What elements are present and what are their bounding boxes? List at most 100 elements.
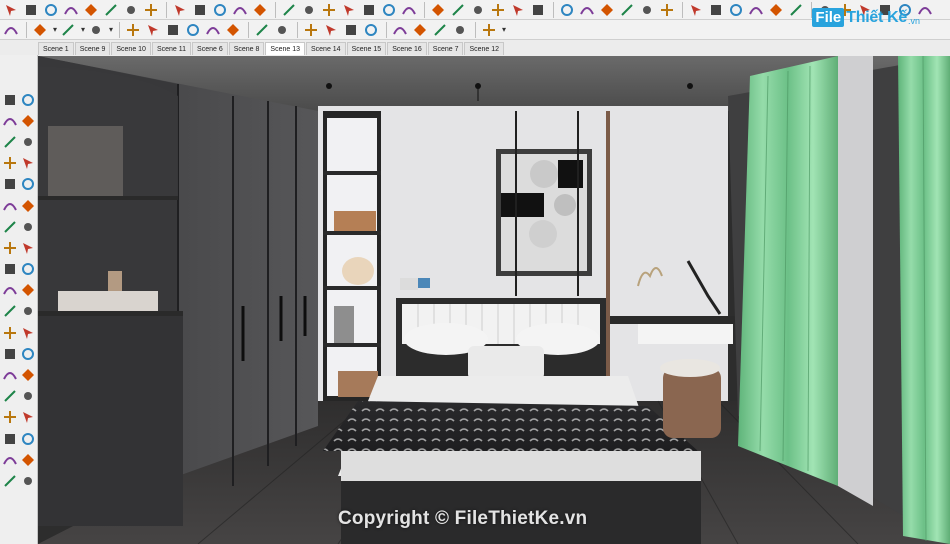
scale-icon[interactable] [280, 1, 298, 19]
look-around-icon[interactable] [19, 430, 37, 448]
eraser-icon[interactable] [1, 112, 19, 130]
scene-tab[interactable]: Scene 12 [464, 42, 505, 55]
sandbox-icon[interactable] [411, 21, 429, 39]
push-pull-icon[interactable] [191, 1, 209, 19]
move-icon[interactable] [211, 1, 229, 19]
scene-tab[interactable]: Scene 13 [265, 42, 305, 55]
orbit-icon[interactable] [1, 366, 19, 384]
pencil-icon[interactable] [1, 133, 19, 151]
scene-tab[interactable]: Scene 9 [74, 42, 111, 55]
top-view-icon[interactable] [707, 1, 725, 19]
components-icon[interactable] [451, 21, 469, 39]
pan-icon[interactable] [469, 1, 487, 19]
circle-icon[interactable] [122, 1, 140, 19]
orbit-icon[interactable] [449, 1, 467, 19]
freehand-icon[interactable] [171, 1, 189, 19]
dropdown-caret-icon[interactable]: ▾ [53, 25, 57, 34]
text-icon[interactable] [380, 1, 398, 19]
offset-icon[interactable] [251, 1, 269, 19]
rotate-icon[interactable] [231, 1, 249, 19]
dimension-icon[interactable] [360, 1, 378, 19]
walk-icon[interactable] [638, 1, 656, 19]
zoom-extents-2-icon[interactable] [362, 21, 380, 39]
follow-me-icon[interactable] [300, 1, 318, 19]
tape-2-icon[interactable] [224, 21, 242, 39]
push-pull-2-icon[interactable] [124, 21, 142, 39]
protractor-icon[interactable] [340, 1, 358, 19]
zoom-extents-icon[interactable] [529, 1, 547, 19]
scene-tab[interactable]: Scene 16 [387, 42, 427, 55]
previous-icon[interactable] [19, 408, 37, 426]
left-view-icon[interactable] [787, 1, 805, 19]
walk-icon[interactable] [1, 451, 19, 469]
polygon-icon[interactable] [142, 1, 160, 19]
layers-icon[interactable] [431, 21, 449, 39]
follow-me-2-icon[interactable] [144, 21, 162, 39]
arc-2pt-icon[interactable] [1, 218, 19, 236]
pencil-icon[interactable] [31, 21, 49, 39]
arc-2-icon[interactable] [59, 21, 77, 39]
zoom-window-icon[interactable] [509, 1, 527, 19]
offset-icon[interactable] [19, 281, 37, 299]
scale-2-icon[interactable] [204, 21, 222, 39]
arc-icon[interactable] [1, 197, 19, 215]
scene-tab[interactable]: Scene 11 [151, 42, 192, 55]
select-icon[interactable] [1, 91, 19, 109]
axes-icon[interactable] [400, 1, 418, 19]
right-view-icon[interactable] [747, 1, 765, 19]
component-icon[interactable] [19, 91, 37, 109]
axes-icon[interactable] [1, 345, 19, 363]
scene-tab[interactable]: Scene 14 [306, 42, 346, 55]
tape-measure-icon[interactable] [320, 1, 338, 19]
eraser-icon[interactable] [22, 1, 40, 19]
next-view-icon[interactable] [578, 1, 596, 19]
orbit-2-icon[interactable] [302, 21, 320, 39]
follow-me-icon[interactable] [19, 260, 37, 278]
look-around-icon[interactable] [618, 1, 636, 19]
pan-2-icon[interactable] [322, 21, 340, 39]
text-2-icon[interactable] [253, 21, 271, 39]
scene-tab[interactable]: Scene 8 [228, 42, 265, 55]
pie-icon[interactable] [19, 197, 37, 215]
arrow-select-icon[interactable] [2, 21, 20, 39]
arc-icon[interactable] [82, 1, 100, 19]
iso-view-icon[interactable] [687, 1, 705, 19]
protractor-icon[interactable] [1, 324, 19, 342]
smoove-icon[interactable] [19, 472, 37, 490]
dropdown-caret-icon[interactable]: ▾ [502, 25, 506, 34]
paint-2-icon[interactable] [273, 21, 291, 39]
text-icon[interactable] [19, 324, 37, 342]
zoom-icon[interactable] [489, 1, 507, 19]
paint-icon[interactable] [19, 112, 37, 130]
arc-3pt-icon[interactable] [19, 218, 37, 236]
scene-tab[interactable]: Scene 15 [346, 42, 387, 55]
position-camera-icon[interactable] [1, 430, 19, 448]
select-tool-icon[interactable] [2, 1, 20, 19]
front-view-icon[interactable] [727, 1, 745, 19]
move-icon[interactable] [1, 239, 19, 257]
back-view-icon[interactable] [767, 1, 785, 19]
3d-text-icon[interactable] [429, 1, 447, 19]
geo-location-icon[interactable] [391, 21, 409, 39]
previous-view-icon[interactable] [558, 1, 576, 19]
move-2-icon[interactable] [164, 21, 182, 39]
polygon-icon[interactable] [19, 175, 37, 193]
section-plane-icon[interactable] [658, 1, 676, 19]
3d-text-icon[interactable] [19, 345, 37, 363]
zoom-window-icon[interactable] [19, 387, 37, 405]
rectangle-icon[interactable] [1, 154, 19, 172]
scale-icon[interactable] [1, 281, 19, 299]
paint-bucket-icon[interactable] [42, 1, 60, 19]
zoom-2-icon[interactable] [342, 21, 360, 39]
tape-measure-icon[interactable] [1, 302, 19, 320]
model-viewport[interactable]: Copyright © FileThietKe.vn [38, 56, 950, 544]
freehand-icon[interactable] [19, 133, 37, 151]
dimension-icon[interactable] [19, 302, 37, 320]
circle-2-icon[interactable] [87, 21, 105, 39]
scene-tab[interactable]: Scene 1 [38, 42, 74, 55]
zoom-icon[interactable] [1, 387, 19, 405]
push-pull-icon[interactable] [19, 239, 37, 257]
section-plane-icon[interactable] [19, 451, 37, 469]
scene-tab[interactable]: Scene 7 [427, 42, 464, 55]
position-camera-icon[interactable] [598, 1, 616, 19]
